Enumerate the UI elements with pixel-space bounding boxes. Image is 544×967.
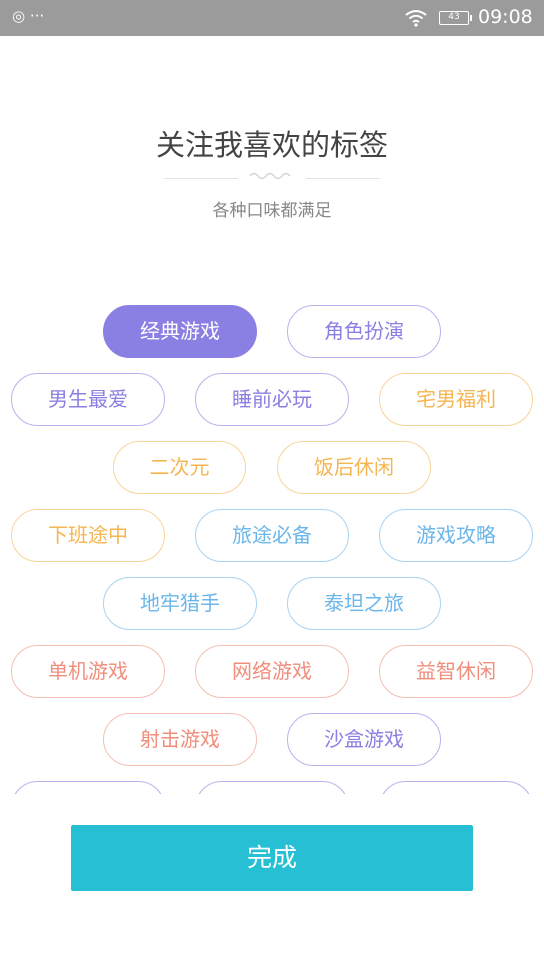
tag-label: 男生最爱 [48, 387, 128, 411]
clock: 09:08 [478, 6, 533, 28]
tag-item[interactable]: 益智休闲 [379, 645, 533, 698]
wifi-icon [405, 10, 427, 27]
tag-label: 泰坦之旅 [324, 591, 404, 615]
tag-item[interactable] [379, 781, 533, 794]
tag-label: 二次元 [149, 455, 210, 479]
wave-icon [249, 172, 291, 180]
tag-cloud: 经典游戏 角色扮演 男生最爱 睡前必玩 宅男福利 二次元 饭后休闲 下班途中 旅… [0, 292, 544, 794]
tag-label: 饭后休闲 [314, 455, 394, 479]
tag-item[interactable]: 经典游戏 [103, 305, 257, 358]
tag-item[interactable]: 地牢猎手 [103, 577, 257, 630]
done-button[interactable]: 完成 [71, 825, 473, 891]
tag-label: 单机游戏 [48, 659, 128, 683]
tag-item[interactable]: 饭后休闲 [277, 441, 431, 494]
title-divider [164, 172, 380, 180]
tag-item[interactable]: 二次元 [113, 441, 246, 494]
page-subtitle: 各种口味都满足 [212, 201, 332, 221]
tag-label: 益智休闲 [416, 659, 496, 683]
tag-item[interactable]: 宅男福利 [379, 373, 533, 426]
tag-item[interactable] [195, 781, 349, 794]
tag-item[interactable] [11, 781, 165, 794]
tag-label: 沙盒游戏 [324, 727, 404, 751]
tag-label: 射击游戏 [140, 727, 220, 751]
tag-label: 下班途中 [48, 523, 128, 547]
tag-item[interactable]: 网络游戏 [195, 645, 349, 698]
battery-icon: 43 [439, 11, 472, 25]
tag-label: 睡前必玩 [232, 387, 312, 411]
notification-icons: ◎ ··· [12, 7, 45, 25]
tag-item[interactable]: 睡前必玩 [195, 373, 349, 426]
tag-item[interactable]: 沙盒游戏 [287, 713, 441, 766]
tag-item[interactable]: 男生最爱 [11, 373, 165, 426]
divider-line-left [164, 178, 238, 179]
tag-item[interactable]: 泰坦之旅 [287, 577, 441, 630]
tag-label: 经典游戏 [140, 319, 220, 343]
tag-label: 宅男福利 [416, 387, 496, 411]
tag-item[interactable]: 旅途必备 [195, 509, 349, 562]
tag-item[interactable]: 游戏攻略 [379, 509, 533, 562]
page-title: 关注我喜欢的标签 [155, 128, 388, 162]
tag-label: 地牢猎手 [140, 591, 220, 615]
tag-item[interactable]: 角色扮演 [287, 305, 441, 358]
tag-item[interactable]: 射击游戏 [103, 713, 257, 766]
tag-label: 游戏攻略 [416, 523, 496, 547]
tag-label: 旅途必备 [232, 523, 312, 547]
divider-line-right [306, 178, 380, 179]
tag-label: 网络游戏 [232, 659, 312, 683]
tag-label: 角色扮演 [324, 319, 404, 343]
status-bar: ◎ ··· 43 09:08 [0, 0, 544, 36]
tag-item[interactable]: 下班途中 [11, 509, 165, 562]
tag-item[interactable]: 单机游戏 [11, 645, 165, 698]
